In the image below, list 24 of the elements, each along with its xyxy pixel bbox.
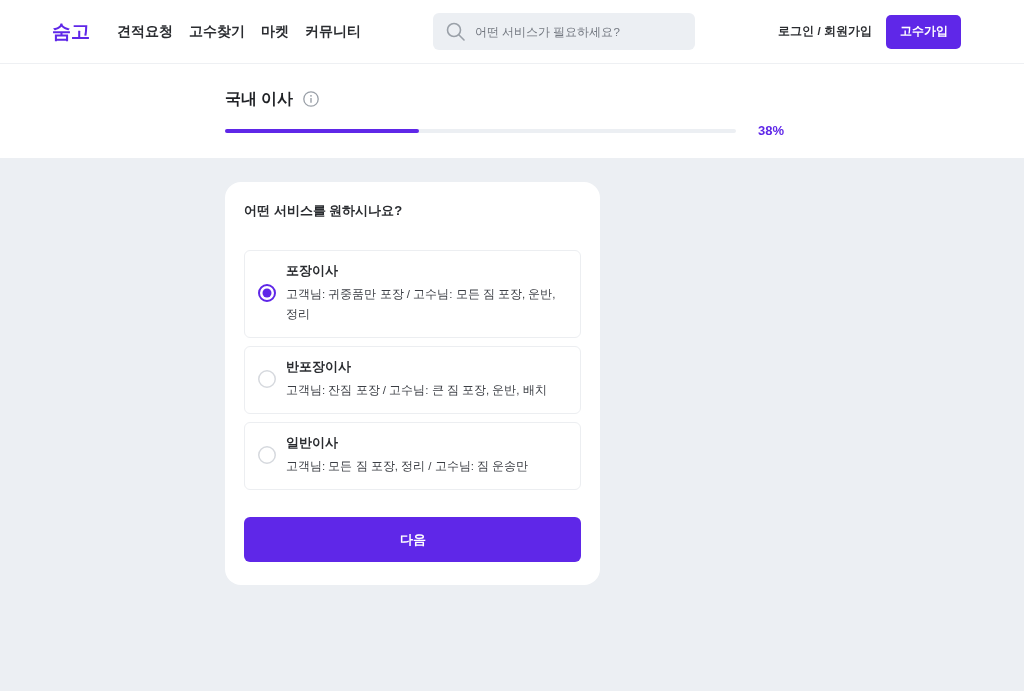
question-text: 어떤 서비스를 원하시나요? xyxy=(244,202,404,220)
option-description: 고객님: 귀중품만 포장 / 고수님: 모든 짐 포장, 운반, 정리 xyxy=(286,287,557,322)
option-card[interactable]: 일반이사 고객님: 모든 짐 포장, 정리 / 고수님: 짐 운송만 xyxy=(244,422,581,490)
option-description: 고객님: 모든 짐 포장, 정리 / 고수님: 짐 운송만 xyxy=(286,459,529,474)
page-title: 국내 이사 xyxy=(225,88,294,109)
logo[interactable]: 숨고 xyxy=(52,18,90,45)
nav-link[interactable]: 마켓 xyxy=(261,22,289,41)
option-title: 반포장이사 xyxy=(286,358,352,376)
info-icon[interactable] xyxy=(303,91,320,107)
signup-button[interactable]: 고수가입 xyxy=(886,14,961,49)
option-card[interactable]: 반포장이사 고객님: 잔짐 포장 / 고수님: 큰 짐 포장, 운반, 배치 xyxy=(244,346,581,414)
search-field[interactable]: 어떤 서비스가 필요하세요? xyxy=(433,13,695,50)
option-card[interactable]: 포장이사 고객님: 귀중품만 포장 / 고수님: 모든 짐 포장, 운반, 정리 xyxy=(244,250,581,338)
option-title: 포장이사 xyxy=(286,262,339,280)
option-title: 일반이사 xyxy=(286,434,339,452)
search-icon xyxy=(446,22,465,41)
nav-link[interactable]: 고수찾기 xyxy=(189,22,245,41)
login-link[interactable]: 로그인 / 회원가입 xyxy=(778,24,872,39)
nav-link[interactable]: 커뮤니티 xyxy=(305,22,361,41)
progress-percent: 38% xyxy=(758,123,785,138)
next-button[interactable]: 다음 xyxy=(244,517,581,562)
option-description: 고객님: 잔짐 포장 / 고수님: 큰 짐 포장, 운반, 배치 xyxy=(286,383,547,398)
nav-link[interactable]: 견적요청 xyxy=(117,22,173,41)
radio-button[interactable] xyxy=(258,283,276,302)
